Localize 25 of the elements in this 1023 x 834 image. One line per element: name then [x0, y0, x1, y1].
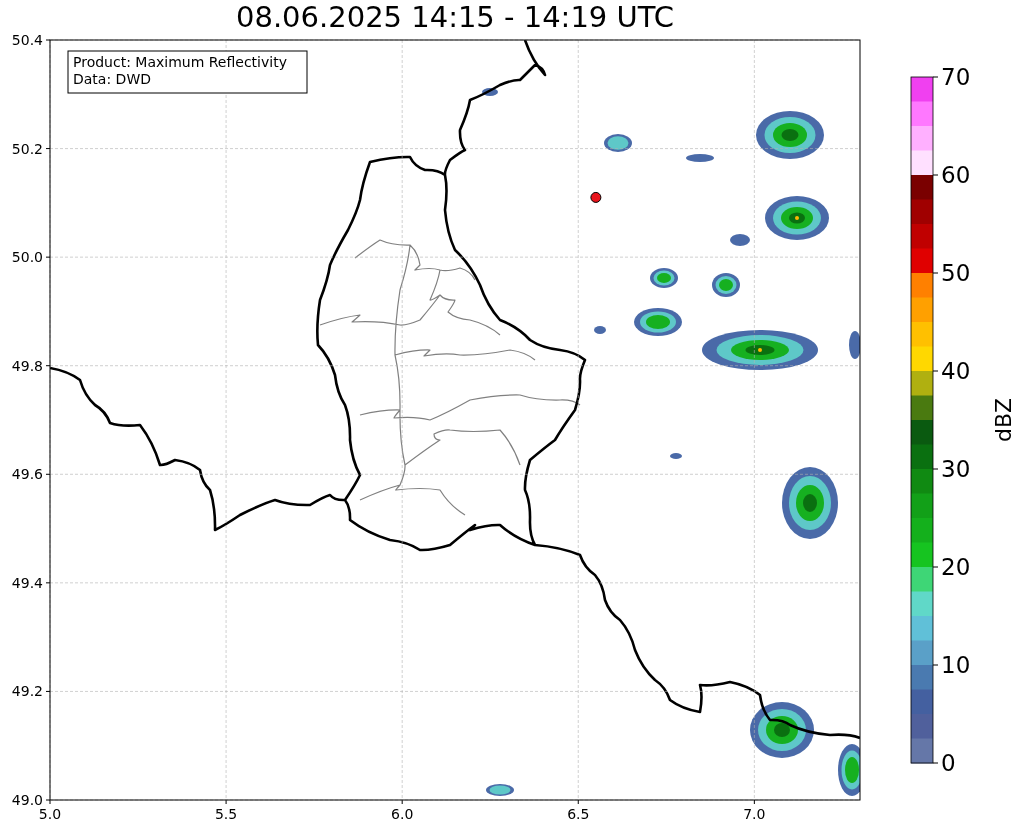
- colorbar-tick-label: 50: [941, 260, 971, 286]
- y-tick-label: 49.8: [11, 357, 43, 374]
- x-tick-label: 6.0: [391, 806, 414, 822]
- y-tick-label: 49.2: [11, 683, 43, 700]
- colorbar-tick-label: 30: [941, 456, 971, 482]
- annotation-text: Product: Maximum Reflectivity: [73, 54, 287, 70]
- x-tick-label: 7.0: [743, 806, 766, 822]
- colorbar-tick-label: 40: [941, 358, 971, 384]
- x-tick-label: 5.5: [214, 806, 238, 822]
- colorbar-tick-label: 20: [941, 554, 971, 580]
- colorbar-tick-label: 0: [941, 750, 956, 776]
- annotation-text: Data: DWD: [73, 71, 151, 87]
- y-tick-label: 49.4: [11, 574, 43, 591]
- x-tick-label: 6.5: [567, 806, 590, 822]
- y-tick-label: 50.0: [11, 249, 43, 266]
- colorbar-tick-label: 10: [941, 652, 971, 678]
- y-tick-label: 49.6: [11, 466, 43, 483]
- chart-title: 08.06.2025 14:15 - 14:19 UTC: [236, 0, 674, 30]
- x-tick-label: 5.0: [38, 806, 62, 822]
- y-tick-label: 50.4: [11, 32, 43, 48]
- colorbar-tick-label: 70: [941, 64, 971, 90]
- colorbar-tick-label: 60: [941, 162, 971, 188]
- y-tick-label: 49.0: [11, 792, 43, 808]
- y-tick-label: 50.2: [11, 140, 43, 157]
- colorbar-label: dBZ: [991, 397, 1016, 443]
